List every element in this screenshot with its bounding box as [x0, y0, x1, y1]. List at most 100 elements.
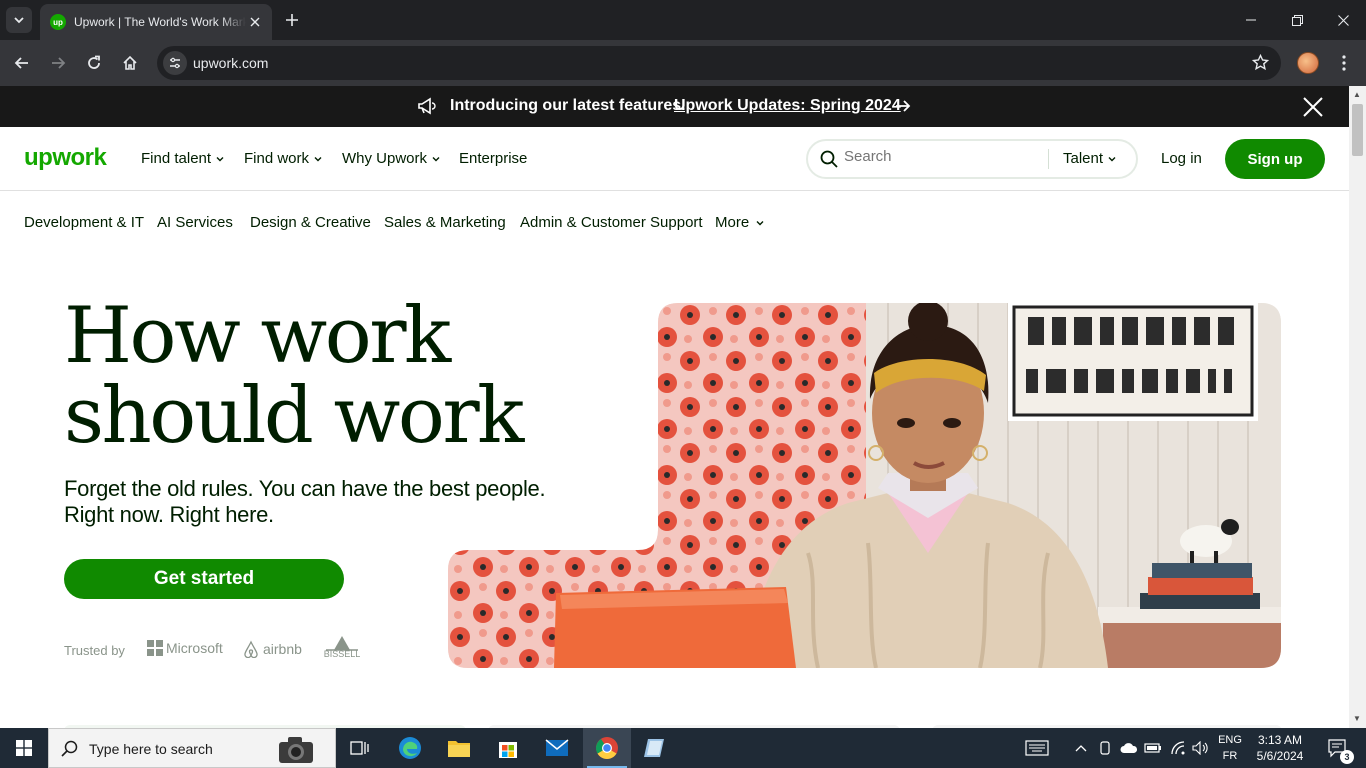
tray-volume[interactable]	[1190, 728, 1212, 768]
close-icon	[250, 17, 260, 27]
tray-keyboard[interactable]	[1020, 728, 1054, 768]
arrow-right-icon	[896, 100, 911, 112]
category-more-label: More	[715, 214, 750, 231]
notification-center[interactable]: 3	[1318, 728, 1358, 768]
tray-battery[interactable]	[1143, 728, 1163, 768]
scrollbar-thumb[interactable]	[1352, 104, 1363, 156]
address-bar[interactable]: upwork.com	[157, 46, 1281, 80]
browser-tab-upwork[interactable]: up Upwork | The World's Work Marketplace	[40, 4, 272, 40]
minimize-button[interactable]	[1228, 0, 1274, 40]
chevron-down-icon	[432, 156, 440, 161]
screen: up Upwork | The World's Work Marketplace	[0, 0, 1366, 768]
bookmark-star-icon[interactable]	[1251, 53, 1270, 76]
browser-menu-button[interactable]	[1330, 49, 1358, 77]
cloud-icon	[1120, 743, 1138, 753]
close-window-button[interactable]	[1320, 0, 1366, 40]
chevron-down-icon	[314, 156, 322, 161]
tab-title: Upwork | The World's Work Marketplace	[74, 15, 246, 29]
get-started-button[interactable]: Get started	[64, 559, 344, 599]
taskbar-mail[interactable]	[533, 728, 581, 768]
tray-device[interactable]	[1096, 728, 1114, 768]
reload-button[interactable]	[80, 49, 108, 77]
upwork-logo[interactable]: upwork	[24, 144, 107, 172]
category-design-creative[interactable]: Design & Creative	[250, 214, 371, 231]
nav-enterprise[interactable]: Enterprise	[459, 150, 527, 167]
new-tab-button[interactable]	[280, 8, 304, 32]
upwork-favicon-icon: up	[50, 14, 66, 30]
category-admin-support[interactable]: Admin & Customer Support	[520, 214, 703, 231]
tray-wifi[interactable]	[1167, 728, 1189, 768]
browser-titlebar: up Upwork | The World's Work Marketplace	[0, 0, 1366, 40]
category-ai-services[interactable]: AI Services	[157, 214, 233, 231]
trusted-by-label: Trusted by	[64, 643, 125, 658]
app-icon	[644, 739, 664, 757]
home-icon	[123, 55, 137, 70]
nav-label: Find talent	[141, 150, 212, 167]
search-scope-dropdown[interactable]: Talent	[1063, 150, 1117, 167]
scroll-up-icon[interactable]: ▲	[1353, 90, 1361, 99]
arrow-left-icon	[14, 57, 28, 69]
taskbar-store[interactable]	[484, 728, 532, 768]
nav-label: Why Upwork	[342, 150, 428, 167]
nav-why-upwork[interactable]: Why Upwork	[342, 150, 441, 167]
nav-find-work[interactable]: Find work	[244, 150, 323, 167]
folder-icon	[448, 741, 470, 757]
keyboard-icon	[1025, 740, 1049, 756]
chevron-down-icon	[756, 220, 764, 225]
page-scrollbar[interactable]: ▲ ▼	[1349, 86, 1366, 728]
category-development-it[interactable]: Development & IT	[24, 214, 144, 231]
hero-photo	[448, 303, 1281, 668]
tray-show-hidden[interactable]	[1072, 728, 1090, 768]
restore-button[interactable]	[1274, 0, 1320, 40]
forward-button[interactable]	[44, 49, 72, 77]
profile-avatar[interactable]	[1297, 52, 1319, 74]
search-icon	[820, 150, 838, 168]
windows-taskbar: Type here to search ENG FR 3:13 AM 5/6/2…	[0, 728, 1366, 768]
tab-close-button[interactable]	[246, 13, 264, 31]
store-icon	[499, 742, 517, 758]
search-scope-label: Talent	[1063, 150, 1104, 167]
search-input[interactable]	[844, 148, 1044, 165]
tab-search-button[interactable]	[6, 7, 32, 33]
taskbar-clock[interactable]: 3:13 AM 5/6/2024	[1248, 732, 1312, 764]
taskbar-file-explorer[interactable]	[435, 728, 483, 768]
category-more[interactable]: More	[715, 214, 765, 231]
site-info-icon[interactable]	[163, 51, 187, 75]
brand-name: BISSELL	[323, 649, 361, 659]
clock-date: 5/6/2024	[1256, 749, 1304, 763]
task-view-button[interactable]	[336, 728, 384, 768]
tray-onedrive[interactable]	[1118, 728, 1140, 768]
nav-label: Enterprise	[459, 150, 528, 167]
site-header: upwork Find talent Find work Why Upwork …	[0, 127, 1349, 191]
signup-button[interactable]: Sign up	[1225, 139, 1325, 179]
home-button[interactable]	[116, 49, 144, 77]
clock-time: 3:13 AM	[1257, 733, 1303, 747]
device-icon	[1100, 741, 1110, 755]
chevron-down-icon	[14, 17, 24, 24]
volume-icon	[1192, 741, 1208, 755]
scroll-down-icon[interactable]: ▼	[1353, 714, 1361, 723]
mail-icon	[545, 739, 569, 756]
browser-toolbar: upwork.com	[0, 40, 1366, 86]
chevron-up-icon	[1075, 745, 1087, 752]
banner-updates-link[interactable]: Upwork Updates: Spring 2024	[674, 97, 901, 115]
taskbar-search[interactable]: Type here to search	[48, 728, 336, 768]
taskbar-chrome[interactable]	[583, 728, 631, 768]
nav-find-talent[interactable]: Find talent	[141, 150, 225, 167]
banner-close-icon[interactable]	[1303, 97, 1323, 117]
category-sales-marketing[interactable]: Sales & Marketing	[384, 214, 506, 231]
taskbar-edge[interactable]	[386, 728, 434, 768]
brand-name: airbnb	[263, 641, 302, 657]
login-link[interactable]: Log in	[1161, 150, 1202, 167]
back-button[interactable]	[8, 49, 36, 77]
windows-logo-icon	[16, 740, 32, 756]
start-button[interactable]	[0, 728, 48, 768]
input-language[interactable]: ENG FR	[1212, 732, 1248, 764]
airbnb-icon	[244, 640, 258, 658]
lang-line-1: ENG	[1218, 734, 1242, 746]
banner-text: Introducing our latest features.	[450, 97, 686, 114]
restore-icon	[1291, 14, 1303, 26]
taskbar-app[interactable]	[632, 728, 680, 768]
chevron-down-icon	[1108, 156, 1116, 161]
url-text: upwork.com	[193, 55, 269, 71]
